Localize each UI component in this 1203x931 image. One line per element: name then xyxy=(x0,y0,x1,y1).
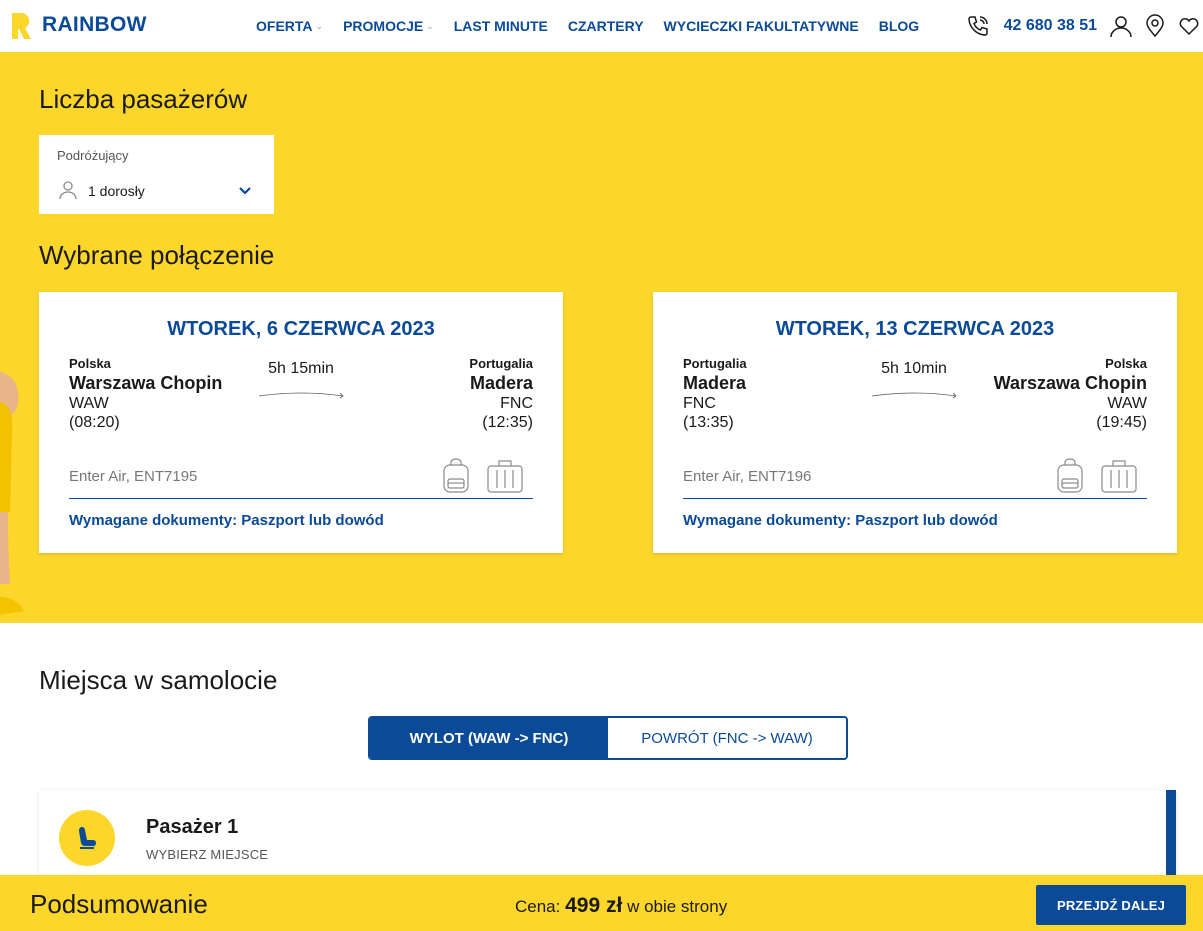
logo-text: RAINBOW xyxy=(42,13,147,36)
mascot-figure xyxy=(0,372,26,622)
arrival-city: Warszawa Chopin xyxy=(993,373,1147,393)
departure-country: Portugalia xyxy=(683,356,747,371)
departure-city: Madera xyxy=(683,373,747,393)
departure-location: Polska Warszawa Chopin WAW (08:20) xyxy=(69,356,222,432)
nav-last-minute[interactable]: LAST MINUTE xyxy=(454,18,548,34)
departure-country: Polska xyxy=(69,356,111,371)
chevron-down-icon xyxy=(238,183,252,201)
flight-date: WTOREK, 13 CZERWCA 2023 xyxy=(775,318,1055,340)
nav-promocje[interactable]: PROMOCJE ⌄ xyxy=(343,18,434,34)
nav-oferta-label: OFERTA xyxy=(256,18,313,34)
arrival-location: Portugalia Madera FNC (12:35) xyxy=(469,356,533,432)
seat-icon xyxy=(59,810,115,866)
price-value: 499 zł xyxy=(565,894,623,917)
departure-time: (08:20) xyxy=(69,414,120,431)
suitcase-icon[interactable] xyxy=(1100,458,1138,499)
arrival-code: WAW xyxy=(1107,395,1147,412)
seats-title: Miejsca w samolocie xyxy=(39,665,278,695)
top-navbar: RAINBOW OFERTA ⌄ PROMOCJE ⌄ LAST MINUTE CZ… xyxy=(0,0,1203,52)
booking-summary-section: Liczba pasażerów Podróżujący 1 dorosły W… xyxy=(0,52,1203,623)
airline-flight-number: Enter Air, ENT7195 xyxy=(69,468,198,485)
flight-duration: 5h 15min xyxy=(268,360,334,377)
phone-number[interactable]: 42 680 38 51 xyxy=(1004,17,1097,35)
person-icon xyxy=(59,180,77,205)
arrival-location: Polska Warszawa Chopin WAW (19:45) xyxy=(994,356,1147,432)
flight-duration: 5h 10min xyxy=(881,360,947,377)
header-actions: 42 680 38 51 xyxy=(964,0,1203,52)
passenger-name: Pasażer 1 xyxy=(146,816,239,838)
backpack-icon[interactable] xyxy=(1055,458,1085,499)
connection-title: Wybrane połączenie xyxy=(39,240,275,270)
main-nav: OFERTA ⌄ PROMOCJE ⌄ LAST MINUTE CZARTERY W… xyxy=(256,0,939,52)
heart-icon[interactable] xyxy=(1175,12,1203,40)
nav-oferta[interactable]: OFERTA ⌄ xyxy=(256,18,323,34)
arrival-code: FNC xyxy=(500,395,533,412)
tab-return[interactable]: POWRÓT (FNC -> WAW) xyxy=(608,718,846,758)
next-button[interactable]: PRZEJDŹ DALEJ xyxy=(1036,885,1186,925)
departure-code: WAW xyxy=(69,395,109,412)
passengers-title: Liczba pasażerów xyxy=(39,84,248,114)
summary-footer: Podsumowanie Cena: 499 zł w obie strony … xyxy=(0,875,1203,931)
active-indicator xyxy=(1166,790,1176,880)
passenger-select[interactable]: Podróżujący 1 dorosły xyxy=(39,135,274,214)
arrival-city: Madera xyxy=(469,373,533,393)
required-documents: Wymagane dokumenty: Paszport lub dowód xyxy=(683,512,998,529)
rainbow-logo[interactable]: RAINBOW xyxy=(8,9,147,41)
flight-date: WTOREK, 6 CZERWCA 2023 xyxy=(167,318,435,340)
price-summary: Cena: 499 zł w obie strony xyxy=(515,894,727,918)
arrival-time: (12:35) xyxy=(482,414,533,431)
arrival-time: (19:45) xyxy=(1096,414,1147,431)
nav-blog[interactable]: BLOG xyxy=(879,18,919,34)
nav-czartery[interactable]: CZARTERY xyxy=(568,18,644,34)
location-pin-icon[interactable] xyxy=(1141,12,1169,40)
chevron-down-icon: ⌄ xyxy=(426,20,434,31)
passenger-select-value: 1 dorosły xyxy=(88,183,145,199)
summary-title: Podsumowanie xyxy=(30,889,208,919)
arrival-country: Portugalia xyxy=(469,356,533,371)
logo-mark-icon xyxy=(8,9,36,41)
passenger-seat-card[interactable]: Pasażer 1 WYBIERZ MIEJSCE xyxy=(39,790,1176,880)
phone-icon[interactable] xyxy=(964,12,992,40)
nav-wycieczki-fakultatywne[interactable]: WYCIECZKI FAKULTATYWNE xyxy=(664,18,859,34)
departure-code: FNC xyxy=(683,395,716,412)
card-divider xyxy=(683,498,1147,499)
departure-city: Warszawa Chopin xyxy=(69,373,223,393)
user-icon[interactable] xyxy=(1107,12,1135,40)
flight-arrow-icon xyxy=(258,387,346,405)
return-flight-card: WTOREK, 13 CZERWCA 2023 Portugalia Mader… xyxy=(653,292,1177,553)
departure-time: (13:35) xyxy=(683,414,734,431)
outbound-flight-card: WTOREK, 6 CZERWCA 2023 Polska Warszawa C… xyxy=(39,292,563,553)
card-divider xyxy=(69,498,533,499)
select-seat-label: WYBIERZ MIEJSCE xyxy=(146,847,269,862)
flight-direction-toggle: WYLOT (WAW -> FNC) POWRÓT (FNC -> WAW) xyxy=(368,716,848,760)
chevron-down-icon: ⌄ xyxy=(315,20,324,31)
suitcase-icon[interactable] xyxy=(486,458,524,499)
backpack-icon[interactable] xyxy=(441,458,471,499)
price-prefix: Cena: xyxy=(515,897,561,916)
passenger-select-label: Podróżujący xyxy=(57,148,129,163)
required-documents: Wymagane dokumenty: Paszport lub dowód xyxy=(69,512,384,529)
tab-outbound[interactable]: WYLOT (WAW -> FNC) xyxy=(370,718,608,758)
airline-flight-number: Enter Air, ENT7196 xyxy=(683,468,812,485)
arrival-country: Polska xyxy=(1105,356,1147,371)
nav-promocje-label: PROMOCJE xyxy=(343,18,424,34)
price-suffix: w obie strony xyxy=(627,897,728,916)
flight-arrow-icon xyxy=(871,387,959,405)
departure-location: Portugalia Madera FNC (13:35) xyxy=(683,356,747,432)
